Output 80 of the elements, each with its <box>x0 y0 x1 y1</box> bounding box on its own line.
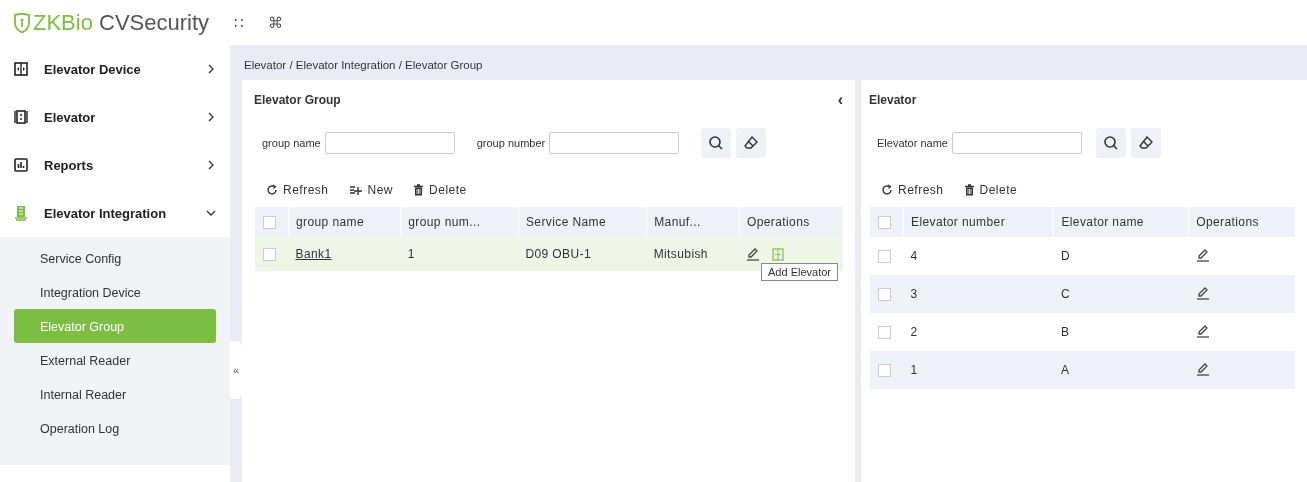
refresh-button[interactable]: Refresh <box>881 183 944 197</box>
breadcrumb: Elevator / Elevator Integration / Elevator Group <box>243 58 484 73</box>
submenu-item[interactable]: External Reader <box>14 343 216 377</box>
select-all-checkbox[interactable] <box>263 215 276 229</box>
submenu-item[interactable]: Integration Device <box>14 275 216 309</box>
command-icon[interactable]: ⌘ <box>268 13 283 32</box>
clear-button[interactable] <box>736 128 767 158</box>
table-cell: 4 <box>902 237 1053 275</box>
collapse-handle[interactable]: « <box>230 341 242 399</box>
clear-button[interactable] <box>1130 128 1161 158</box>
edit-icon[interactable] <box>1195 323 1210 338</box>
trash-icon <box>963 184 975 196</box>
refresh-button[interactable]: Refresh <box>266 183 329 197</box>
column-header: group num... <box>399 207 518 237</box>
submenu-item[interactable]: Service Config <box>14 241 216 275</box>
tooltip: Add Elevator <box>761 263 838 281</box>
panel-title: Elevator <box>869 93 917 107</box>
filter-label: group number <box>476 137 546 149</box>
search-icon <box>1102 135 1119 151</box>
table-cell: 2 <box>902 313 1053 351</box>
select-all-checkbox[interactable] <box>878 215 891 229</box>
column-header: Manuf... <box>645 207 739 237</box>
table-cell: Mitsubish <box>645 237 739 271</box>
text-field[interactable] <box>324 132 455 154</box>
checkbox[interactable] <box>877 287 891 301</box>
edit-icon[interactable] <box>1195 247 1210 262</box>
filter-label: Elevator name <box>877 137 948 149</box>
table-cell: D09 OBU-1 <box>517 237 646 271</box>
column-header: Operations <box>1187 207 1295 237</box>
checkbox[interactable] <box>877 363 891 377</box>
filter-label: group name <box>262 137 321 149</box>
shield-icon <box>14 12 30 33</box>
edit-icon[interactable] <box>1195 285 1210 300</box>
elevator-add-icon[interactable] <box>772 247 785 261</box>
logo-text: ZKBio CVSecurity <box>33 9 210 36</box>
edit-icon[interactable] <box>1195 361 1210 376</box>
submenu-item[interactable]: Operation Log <box>14 411 216 445</box>
menu-item[interactable]: Reports <box>0 141 230 189</box>
table-cell: B <box>1052 313 1188 351</box>
menu-item[interactable]: Elevator <box>0 93 230 141</box>
text-field[interactable] <box>549 132 680 154</box>
checkbox[interactable] <box>262 247 276 261</box>
search-button[interactable] <box>1095 128 1126 158</box>
bar-chart-icon <box>14 158 28 172</box>
table-cell: 3 <box>902 275 1053 313</box>
eraser-icon <box>1137 135 1154 151</box>
checkbox[interactable] <box>877 325 891 339</box>
table-cell: 1 <box>902 351 1053 389</box>
menu-item[interactable]: Elevator Device <box>0 45 230 93</box>
column-header: group name <box>287 207 400 237</box>
elevator-doors-icon <box>14 62 28 76</box>
table-cell: A <box>1052 351 1188 389</box>
column-header: Elevator number <box>902 207 1053 237</box>
checkbox[interactable] <box>877 249 891 263</box>
panel-title: Elevator Group <box>254 93 341 107</box>
search-button[interactable] <box>701 128 732 158</box>
delete-button[interactable]: Delete <box>413 183 467 197</box>
apps-icon[interactable]: ∷ <box>234 13 244 32</box>
text-field[interactable] <box>951 132 1082 154</box>
refresh-icon <box>881 184 893 196</box>
add-list-icon <box>348 184 363 196</box>
table-cell: 1 <box>399 237 518 271</box>
table-cell: D <box>1052 237 1188 275</box>
collapse-button[interactable]: ‹ <box>837 91 843 109</box>
new-button[interactable]: New <box>348 183 394 197</box>
delete-button[interactable]: Delete <box>963 183 1018 197</box>
building-icon <box>14 205 28 221</box>
elevator-icon <box>14 110 28 124</box>
table-cell: C <box>1052 275 1188 313</box>
column-header: Elevator name <box>1052 207 1188 237</box>
column-header: Service Name <box>517 207 646 237</box>
eraser-icon <box>743 135 760 151</box>
group-link[interactable]: Bank1 <box>287 237 400 271</box>
trash-icon <box>413 184 425 196</box>
menu-item[interactable]: Elevator Integration <box>0 189 230 237</box>
search-icon <box>708 135 725 151</box>
refresh-icon <box>266 184 278 196</box>
edit-icon[interactable] <box>746 247 761 261</box>
submenu-item[interactable]: Internal Reader <box>14 377 216 411</box>
column-header: Operations <box>738 207 843 237</box>
